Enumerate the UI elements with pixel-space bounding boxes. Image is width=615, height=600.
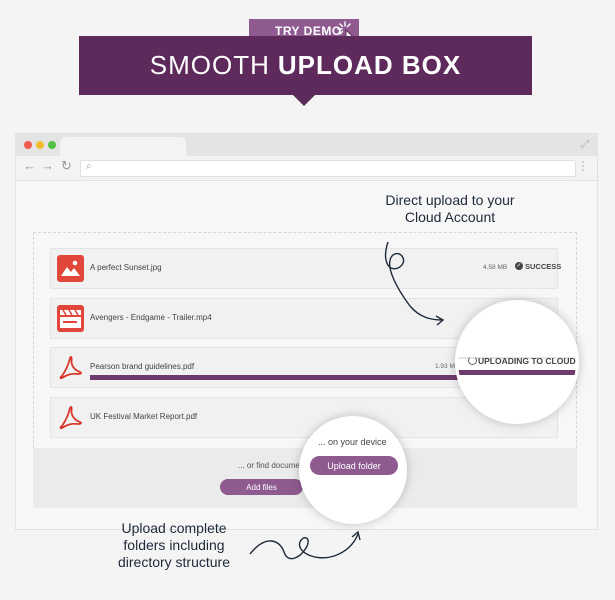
file-name: UK Festival Market Report.pdf [90,412,198,421]
upload-folder-button[interactable]: Upload folder [310,456,398,475]
file-status: UPLOADING TO CLOUD [478,356,576,366]
uploading-spinner-icon [468,356,477,365]
forward-arrow-icon[interactable]: → [41,158,54,173]
file-size: 4.58 MB [483,264,508,271]
minimize-window-dot[interactable] [36,141,44,149]
device-text: ... on your device [318,437,387,447]
browser-menu-icon[interactable]: ⋮ [577,159,589,173]
search-icon: ⌕ [86,161,92,172]
folder-annotation-line: folders including [123,537,225,553]
pdf-icon [59,356,82,380]
file-row: A perfect Sunset.jpg 4.58 MB ✓ SUCCESS [50,248,562,289]
file-name: Avengers - Endgame - Trailer.mp4 [90,313,212,322]
banner-title-bold: UPLOAD BOX [277,50,462,80]
file-name: Pearson brand guidelines.pdf [90,362,195,371]
expand-icon[interactable]: ⤢ [581,139,589,150]
image-icon [57,255,84,282]
cloud-status-magnifier: UPLOADING TO CLOUD [455,300,579,424]
address-bar[interactable]: ⌕ [80,160,576,177]
curly-arrow-icon [384,241,445,326]
cloud-annotation-line: Cloud Account [404,209,496,225]
reload-icon[interactable]: ↻ [61,158,72,174]
success-check-icon: ✓ [515,262,523,270]
close-window-dot[interactable] [24,141,32,149]
file-status: SUCCESS [525,262,562,271]
browser-titlebar: ⤢ [16,134,597,156]
promo-banner: SMOOTH UPLOAD BOX [79,36,532,95]
upload-folder-magnifier: ... on your device Upload folder [299,416,407,524]
maximize-window-dot[interactable] [48,141,56,149]
browser-toolbar: ← → ↻ ⌕ ⋮ [16,156,597,181]
find-documents-text: ... or find documen [238,461,305,470]
file-name: A perfect Sunset.jpg [90,263,162,272]
banner-title-thin: SMOOTH [149,50,270,80]
folder-annotation: Upload complete folders including direct… [98,520,250,571]
cloud-annotation-line: Direct upload to your [385,192,515,208]
folder-annotation-line: directory structure [117,554,231,570]
browser-tab[interactable] [60,137,186,156]
pdf-icon [59,406,82,430]
cloud-annotation: Direct upload to your Cloud Account [360,192,540,226]
add-files-button[interactable]: Add files [220,479,303,495]
squiggle-arrow-icon [249,530,361,560]
back-arrow-icon[interactable]: ← [23,158,36,173]
video-clapper-icon [57,305,84,332]
banner-pointer [293,95,315,106]
folder-annotation-line: Upload complete [121,520,227,536]
